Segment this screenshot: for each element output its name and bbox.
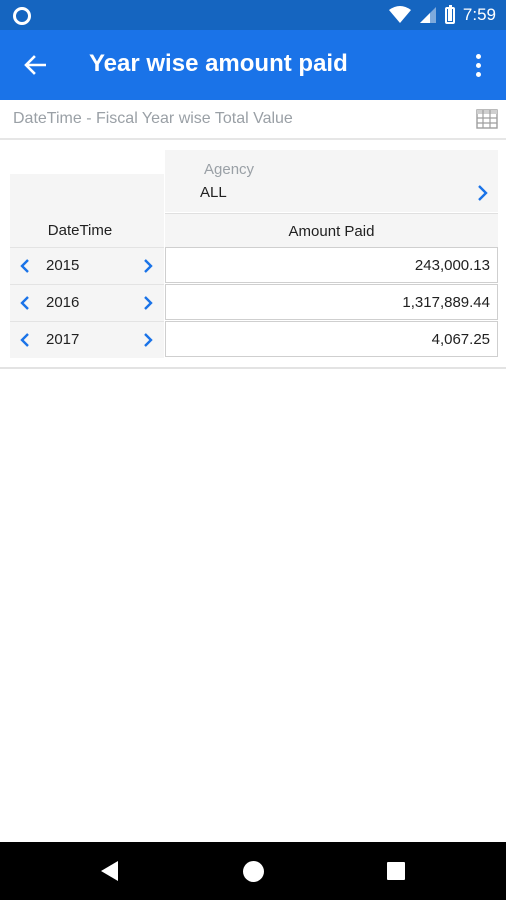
year-label: 2017 bbox=[46, 331, 80, 348]
report-header: DateTime - Fiscal Year wise Total Value bbox=[0, 100, 506, 140]
back-button[interactable] bbox=[18, 48, 52, 82]
agency-filter-value: ALL bbox=[200, 184, 227, 201]
table-row-header: 2017 bbox=[10, 321, 164, 357]
arrow-left-icon bbox=[24, 55, 46, 75]
pivot-table: Agency ALL DateTime Amount Paid 2015 243… bbox=[0, 141, 506, 369]
chevron-right-icon[interactable] bbox=[141, 295, 155, 311]
agency-filter[interactable]: Agency ALL bbox=[165, 150, 498, 212]
clock: 7:59 bbox=[462, 5, 496, 24]
status-bar: 7:59 bbox=[0, 0, 506, 30]
column-header-label: Amount Paid bbox=[288, 223, 375, 240]
table-cell[interactable]: 4,067.25 bbox=[165, 321, 498, 357]
nav-home-icon[interactable] bbox=[243, 861, 264, 882]
year-label: 2016 bbox=[46, 294, 80, 311]
column-header: Amount Paid bbox=[165, 213, 498, 247]
overflow-menu-button[interactable] bbox=[466, 48, 490, 82]
amount-value: 4,067.25 bbox=[431, 331, 490, 348]
more-vertical-icon bbox=[475, 53, 481, 59]
signal-icon bbox=[419, 7, 436, 23]
row-header-label: DateTime bbox=[47, 222, 113, 239]
chevron-left-icon[interactable] bbox=[18, 332, 32, 348]
table-cell[interactable]: 243,000.13 bbox=[165, 247, 498, 283]
amount-value: 1,317,889.44 bbox=[402, 294, 490, 311]
battery-icon bbox=[444, 4, 455, 24]
page-title: Year wise amount paid bbox=[89, 50, 348, 77]
table-cell[interactable]: 1,317,889.44 bbox=[165, 284, 498, 320]
report-title: DateTime - Fiscal Year wise Total Value bbox=[13, 110, 293, 127]
chevron-left-icon[interactable] bbox=[18, 295, 32, 311]
status-icons: 7:59 bbox=[388, 4, 496, 25]
chevron-right-icon[interactable] bbox=[141, 258, 155, 274]
chevron-right-icon[interactable] bbox=[474, 184, 490, 202]
grid-table-icon[interactable] bbox=[476, 108, 498, 130]
chevron-right-icon[interactable] bbox=[141, 332, 155, 348]
app-bar: Year wise amount paid bbox=[0, 30, 506, 100]
year-label: 2015 bbox=[46, 257, 80, 274]
system-nav-bar bbox=[0, 842, 506, 900]
wifi-icon bbox=[388, 6, 411, 23]
table-row-header: 2016 bbox=[10, 284, 164, 320]
agency-filter-label: Agency bbox=[204, 161, 255, 178]
nav-back-icon[interactable] bbox=[101, 861, 118, 881]
table-row-header: 2015 bbox=[10, 247, 164, 283]
chevron-left-icon[interactable] bbox=[18, 258, 32, 274]
ring-icon bbox=[13, 7, 31, 25]
nav-recents-icon[interactable] bbox=[387, 862, 405, 880]
amount-value: 243,000.13 bbox=[414, 257, 490, 274]
